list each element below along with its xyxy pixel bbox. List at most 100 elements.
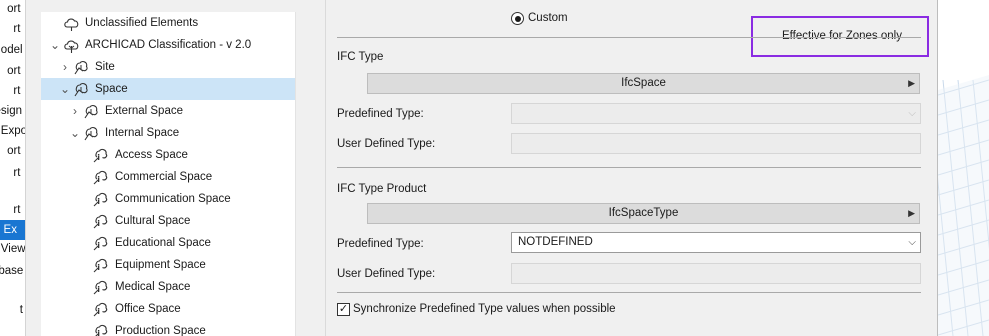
tree-item-label: Equipment Space: [115, 259, 206, 271]
tree-item[interactable]: i Communication Space: [41, 188, 295, 210]
separator-top: [337, 37, 921, 38]
tree-scrollbar[interactable]: [295, 12, 309, 336]
chevron-right-icon[interactable]: ›: [69, 100, 81, 122]
ifc-type-product-predefined-label: Predefined Type:: [337, 238, 424, 250]
left-list-item-label: ort: [7, 145, 21, 157]
chevron-down-icon: ⌵: [908, 237, 916, 248]
tree-item[interactable]: ⌄ Space: [41, 78, 295, 100]
tree-item-label: External Space: [105, 105, 183, 117]
ifc-type-product-user-defined-label: User Defined Type:: [337, 268, 436, 280]
classification-tree[interactable]: Unclassified Elements ⌄ ARCHICAD Classific…: [41, 12, 295, 336]
left-list-item-label: Expo: [0, 125, 26, 137]
zone-class-icon: [73, 59, 90, 76]
ifc-type-user-defined-label: User Defined Type:: [337, 138, 436, 150]
zone-leaf-icon: i: [93, 257, 110, 274]
tree-item-label: Space: [95, 83, 128, 95]
zone-leaf-icon: i: [93, 213, 110, 230]
svg-text:i: i: [97, 263, 100, 272]
chevron-down-icon[interactable]: ⌄: [49, 34, 61, 56]
svg-text:i: i: [97, 197, 100, 206]
tree-item-label: Educational Space: [115, 237, 211, 249]
chevron-down-icon[interactable]: ⌄: [59, 78, 71, 100]
left-list-item-label: rt: [13, 204, 21, 216]
tree-item-label: Unclassified Elements: [85, 17, 199, 29]
tree-item-label: Medical Space: [115, 281, 191, 293]
zone-class-icon: [83, 125, 100, 142]
tree-item[interactable]: i Educational Space: [41, 232, 295, 254]
zone-leaf-icon: i: [93, 323, 110, 336]
ifc-type-product-value: IfcSpaceType: [608, 207, 679, 219]
tree-item-label: Site: [95, 61, 115, 73]
ifc-type-product-title: IFC Type Product: [337, 183, 427, 195]
tree-item[interactable]: i Production Space: [41, 320, 295, 336]
svg-text:i: i: [97, 175, 100, 184]
zone-leaf-icon: i: [93, 191, 110, 208]
triangle-right-icon: ▶: [908, 208, 915, 218]
unclassified-icon: [63, 15, 80, 32]
svg-text:i: i: [97, 307, 100, 316]
zone-class-icon: [73, 81, 90, 98]
tree-item-label: Internal Space: [105, 127, 180, 139]
tree-item[interactable]: i Equipment Space: [41, 254, 295, 276]
zone-leaf-icon: i: [93, 279, 110, 296]
ifc-type-selector[interactable]: IfcSpace ▶: [367, 73, 920, 94]
triangle-right-icon: ▶: [908, 78, 915, 88]
tree-item[interactable]: i Office Space: [41, 298, 295, 320]
ifc-type-product-selector[interactable]: IfcSpaceType ▶: [367, 203, 920, 224]
ifc-type-user-defined-field[interactable]: [511, 133, 921, 154]
svg-text:i: i: [97, 241, 100, 250]
zone-leaf-icon: i: [93, 147, 110, 164]
tree-item[interactable]: i Cultural Space: [41, 210, 295, 232]
tree-item[interactable]: › External Space: [41, 100, 295, 122]
check-icon: ✓: [338, 303, 349, 315]
left-list-item-label: -base: [0, 265, 24, 277]
tree-item[interactable]: i Medical Space: [41, 276, 295, 298]
ifc-type-value: IfcSpace: [621, 77, 666, 89]
separator-bottom: [337, 292, 921, 293]
chevron-down-icon: ⌵: [908, 108, 916, 119]
tree-item-label: Production Space: [115, 325, 206, 336]
grid-floor-graphic: [938, 75, 989, 336]
custom-radio-button[interactable]: [511, 12, 524, 25]
left-list-item-label: ort: [7, 65, 21, 77]
effective-note-text: Effective for Zones only: [782, 30, 902, 42]
ifc-type-product-predefined-value: NOTDEFINED: [518, 236, 593, 248]
left-list-item-label: rt: [13, 85, 21, 97]
tree-item-label: Cultural Space: [115, 215, 191, 227]
classification-icon: [63, 37, 80, 54]
svg-text:i: i: [97, 285, 100, 294]
chevron-down-icon[interactable]: ⌄: [69, 122, 81, 144]
left-list-item-label: odel: [0, 44, 23, 56]
left-list-item-label: esign: [0, 105, 22, 117]
separator-middle: [337, 167, 921, 168]
custom-radio-label: Custom: [528, 12, 568, 24]
zone-class-icon: [83, 103, 100, 120]
ifc-type-product-predefined-dropdown[interactable]: NOTDEFINED ⌵: [511, 232, 921, 253]
tree-item-label: Office Space: [115, 303, 181, 315]
sync-label: Synchronize Predefined Type values when …: [353, 303, 616, 315]
tree-item[interactable]: › Site: [41, 56, 295, 78]
tree-item[interactable]: i Access Space: [41, 144, 295, 166]
tree-item[interactable]: ⌄ Internal Space: [41, 122, 295, 144]
left-list-item-label: ric Ex: [0, 224, 17, 236]
tree-item[interactable]: ⌄ ARCHICAD Classification - v 2.0: [41, 34, 295, 56]
zone-leaf-icon: i: [93, 301, 110, 318]
tree-item[interactable]: Unclassified Elements: [41, 12, 295, 34]
left-list-item-label: t: [19, 304, 23, 316]
sync-checkbox[interactable]: ✓: [337, 303, 350, 316]
ifc-type-predefined-dropdown[interactable]: ⌵: [511, 103, 921, 124]
viewport-3d-background: [938, 0, 989, 336]
left-list-item[interactable]: ric Ex: [0, 220, 25, 240]
left-list-item-label: rt: [13, 23, 21, 35]
left-list-item-label: rt: [13, 167, 21, 179]
ifc-type-product-user-defined-field[interactable]: [511, 263, 921, 284]
chevron-right-icon[interactable]: ›: [59, 56, 71, 78]
zone-leaf-icon: i: [93, 235, 110, 252]
tree-item[interactable]: i Commercial Space: [41, 166, 295, 188]
tree-item-label: ARCHICAD Classification - v 2.0: [85, 39, 252, 51]
left-list-item-label: ort: [7, 3, 21, 15]
tree-item-label: Access Space: [115, 149, 188, 161]
ifc-type-title: IFC Type: [337, 51, 384, 63]
left-navigation-list: ort rt odel ort rt esign Expo ort rt rt ric Ex View…: [0, 0, 26, 336]
svg-text:i: i: [97, 153, 100, 162]
